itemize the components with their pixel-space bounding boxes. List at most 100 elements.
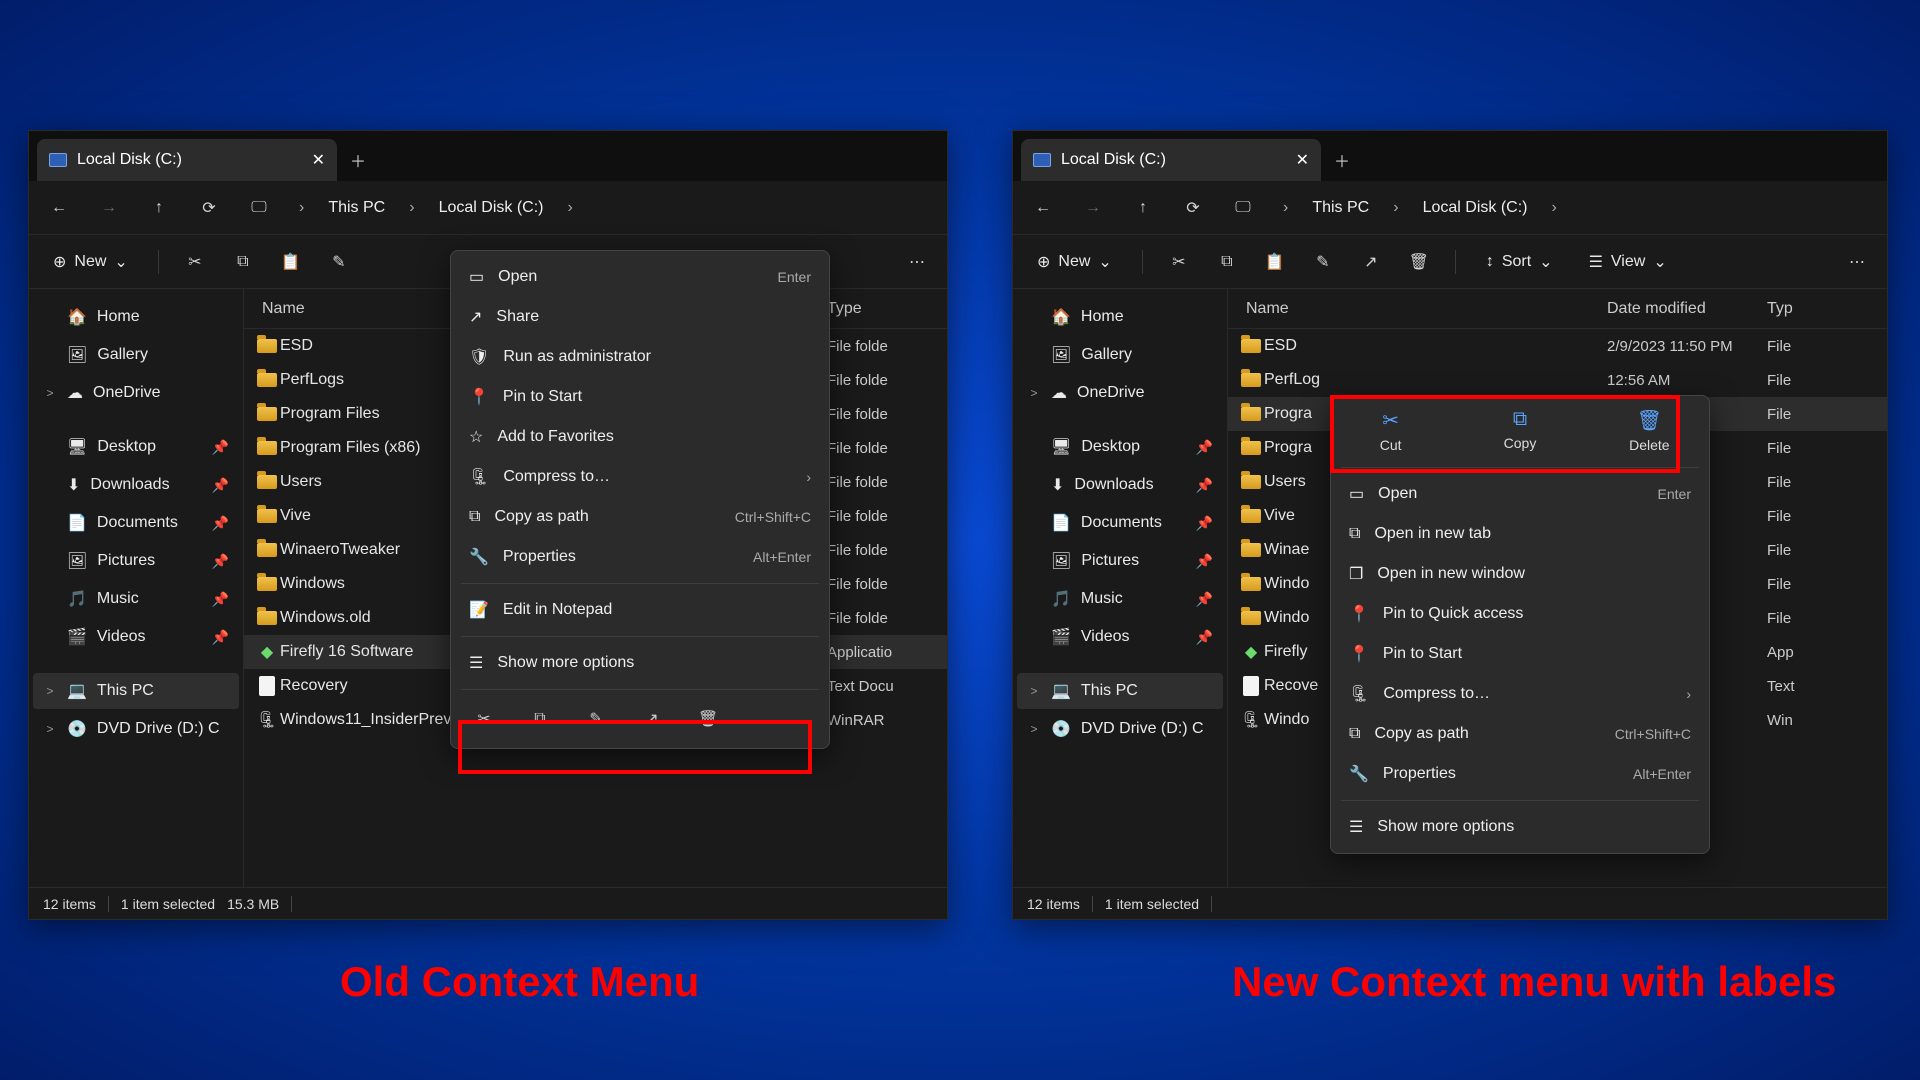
context-menu-new[interactable]: ✂Cut ⧉Copy 🗑Delete ▭OpenEnter⧉Open in new t… <box>1330 395 1710 854</box>
more-icon[interactable]: ⋯ <box>1841 246 1873 278</box>
ctx-pin-to-quick-access[interactable]: 📍Pin to Quick access <box>1337 594 1703 634</box>
cut-icon[interactable]: ✂ <box>179 246 211 278</box>
share-icon: ↗ <box>469 307 482 327</box>
sidebar-item-videos[interactable]: 🎬Videos📌 <box>33 619 239 655</box>
folder-icon <box>257 373 277 387</box>
ctx-open[interactable]: ▭OpenEnter <box>1337 474 1703 514</box>
back-icon[interactable]: ← <box>43 192 75 224</box>
ctx-edit-in-notepad[interactable]: 📝Edit in Notepad <box>457 590 823 630</box>
ctx-open[interactable]: ▭OpenEnter <box>457 257 823 297</box>
sidebar-item-downloads[interactable]: ⬇Downloads📌 <box>33 467 239 503</box>
sidebar-item-videos[interactable]: 🎬Videos📌 <box>1017 619 1223 655</box>
refresh-icon[interactable]: ⟳ <box>1177 192 1209 224</box>
col-date[interactable]: Date modified <box>1607 300 1767 318</box>
monitor-icon[interactable]: 🖵 <box>243 192 275 224</box>
crumb-local-disk[interactable]: Local Disk (C:) <box>1423 199 1528 217</box>
forward-icon[interactable]: → <box>93 192 125 224</box>
ctx-copy-as-path[interactable]: ⧉Copy as pathCtrl+Shift+C <box>457 497 823 537</box>
file-row[interactable]: ESD2/9/2023 11:50 PMFile <box>1228 329 1887 363</box>
refresh-icon[interactable]: ⟳ <box>193 192 225 224</box>
close-tab-icon[interactable]: ✕ <box>1296 150 1309 170</box>
sidebar-item-gallery[interactable]: 🖼Gallery <box>1017 337 1223 373</box>
rename-icon[interactable]: ✎ <box>579 702 613 736</box>
col-type[interactable]: Type <box>827 300 947 318</box>
ctx-quick-delete[interactable]: 🗑Delete <box>1612 408 1686 453</box>
sidebar-item-home[interactable]: 🏠Home <box>1017 299 1223 335</box>
sidebar-item-this-pc[interactable]: >💻This PC <box>1017 673 1223 709</box>
rename-icon[interactable]: ✎ <box>323 246 355 278</box>
view-button[interactable]: ☰ View ⌄ <box>1579 248 1677 276</box>
col-type[interactable]: Typ <box>1767 300 1887 318</box>
ctx-open-in-new-window[interactable]: ❐Open in new window <box>1337 554 1703 594</box>
delete-icon[interactable]: 🗑 <box>691 702 725 736</box>
sidebar-item-desktop[interactable]: 🖥Desktop📌 <box>33 429 239 465</box>
up-icon[interactable]: ↑ <box>1127 192 1159 224</box>
ctx-pin-to-start[interactable]: 📍Pin to Start <box>457 377 823 417</box>
ctx-compress-to-[interactable]: 🗜Compress to…› <box>1337 674 1703 714</box>
cut-icon[interactable]: ✂ <box>467 702 501 736</box>
paste-icon[interactable]: 📋 <box>1259 246 1291 278</box>
crumb-local-disk[interactable]: Local Disk (C:) <box>439 199 544 217</box>
copy-icon[interactable]: ⧉ <box>227 246 259 278</box>
ctx-quick-cut[interactable]: ✂Cut <box>1354 408 1428 453</box>
sidebar-item-this-pc[interactable]: >💻This PC <box>33 673 239 709</box>
monitor-icon[interactable]: 🖵 <box>1227 192 1259 224</box>
close-tab-icon[interactable]: ✕ <box>312 150 325 170</box>
sidebar-item-label: This PC <box>1081 682 1138 700</box>
sidebar-item-gallery[interactable]: 🖼Gallery <box>33 337 239 373</box>
ctx-show-more-options[interactable]: ☰Show more options <box>457 643 823 683</box>
new-button[interactable]: ⊕ New ⌄ <box>1027 248 1122 276</box>
tab-local-disk[interactable]: Local Disk (C:) ✕ <box>37 139 337 181</box>
sidebar-item-desktop[interactable]: 🖥Desktop📌 <box>1017 429 1223 465</box>
up-icon[interactable]: ↑ <box>143 192 175 224</box>
sidebar-item-onedrive[interactable]: >☁OneDrive <box>1017 375 1223 411</box>
ctx-share[interactable]: ↗Share <box>457 297 823 337</box>
rename-icon[interactable]: ✎ <box>1307 246 1339 278</box>
paste-icon[interactable]: 📋 <box>275 246 307 278</box>
ctx-pin-to-start[interactable]: 📍Pin to Start <box>1337 634 1703 674</box>
new-tab-button[interactable]: ＋ <box>337 139 379 181</box>
share-icon[interactable]: ↗ <box>1355 246 1387 278</box>
ctx-compress-to-[interactable]: 🗜Compress to…› <box>457 457 823 497</box>
ctx-copy-as-path[interactable]: ⧉Copy as pathCtrl+Shift+C <box>1337 714 1703 754</box>
ctx-add-to-favorites[interactable]: ☆Add to Favorites <box>457 417 823 457</box>
crumb-this-pc[interactable]: This PC <box>1312 199 1369 217</box>
more-icon[interactable]: ⋯ <box>901 246 933 278</box>
copy-icon[interactable]: ⧉ <box>523 702 557 736</box>
forward-icon[interactable]: → <box>1077 192 1109 224</box>
tab-local-disk[interactable]: Local Disk (C:) ✕ <box>1021 139 1321 181</box>
more-icon: ☰ <box>469 653 483 673</box>
copy-icon[interactable]: ⧉ <box>1211 246 1243 278</box>
share-icon[interactable]: ↗ <box>635 702 669 736</box>
ctx-properties[interactable]: 🔧PropertiesAlt+Enter <box>1337 754 1703 794</box>
ctx-properties[interactable]: 🔧PropertiesAlt+Enter <box>457 537 823 577</box>
sidebar-item-music[interactable]: 🎵Music📌 <box>33 581 239 617</box>
ctx-item-label: Properties <box>1383 765 1456 783</box>
file-type: App <box>1767 644 1887 661</box>
sidebar-item-dvd-drive-d-c[interactable]: >💿DVD Drive (D:) C <box>1017 711 1223 747</box>
sidebar-item-documents[interactable]: 📄Documents📌 <box>1017 505 1223 541</box>
crumb-this-pc[interactable]: This PC <box>328 199 385 217</box>
sidebar-item-home[interactable]: 🏠Home <box>33 299 239 335</box>
ctx-quick-copy[interactable]: ⧉Copy <box>1483 408 1557 453</box>
sidebar-item-music[interactable]: 🎵Music📌 <box>1017 581 1223 617</box>
ctx-run-as-administrator[interactable]: 🛡Run as administrator <box>457 337 823 377</box>
sidebar-item-documents[interactable]: 📄Documents📌 <box>33 505 239 541</box>
file-type: File folde <box>827 440 947 457</box>
file-row[interactable]: PerfLog12:56 AMFile <box>1228 363 1887 397</box>
new-tab-button[interactable]: ＋ <box>1321 139 1363 181</box>
sidebar-item-downloads[interactable]: ⬇Downloads📌 <box>1017 467 1223 503</box>
col-name[interactable]: Name <box>1228 300 1607 318</box>
context-menu-old[interactable]: ▭OpenEnter↗Share🛡Run as administrator📍Pi… <box>450 250 830 749</box>
sidebar-item-dvd-drive-d-c[interactable]: >💿DVD Drive (D:) C <box>33 711 239 747</box>
ctx-open-in-new-tab[interactable]: ⧉Open in new tab <box>1337 514 1703 554</box>
sidebar-item-onedrive[interactable]: >☁OneDrive <box>33 375 239 411</box>
sort-button[interactable]: ↕ Sort ⌄ <box>1476 248 1563 276</box>
back-icon[interactable]: ← <box>1027 192 1059 224</box>
sidebar-item-pictures[interactable]: 🖼Pictures📌 <box>1017 543 1223 579</box>
delete-icon[interactable]: 🗑 <box>1403 246 1435 278</box>
sidebar-item-pictures[interactable]: 🖼Pictures📌 <box>33 543 239 579</box>
cut-icon[interactable]: ✂ <box>1163 246 1195 278</box>
ctx-show-more-options[interactable]: ☰Show more options <box>1337 807 1703 847</box>
new-button[interactable]: ⊕ New ⌄ <box>43 248 138 276</box>
